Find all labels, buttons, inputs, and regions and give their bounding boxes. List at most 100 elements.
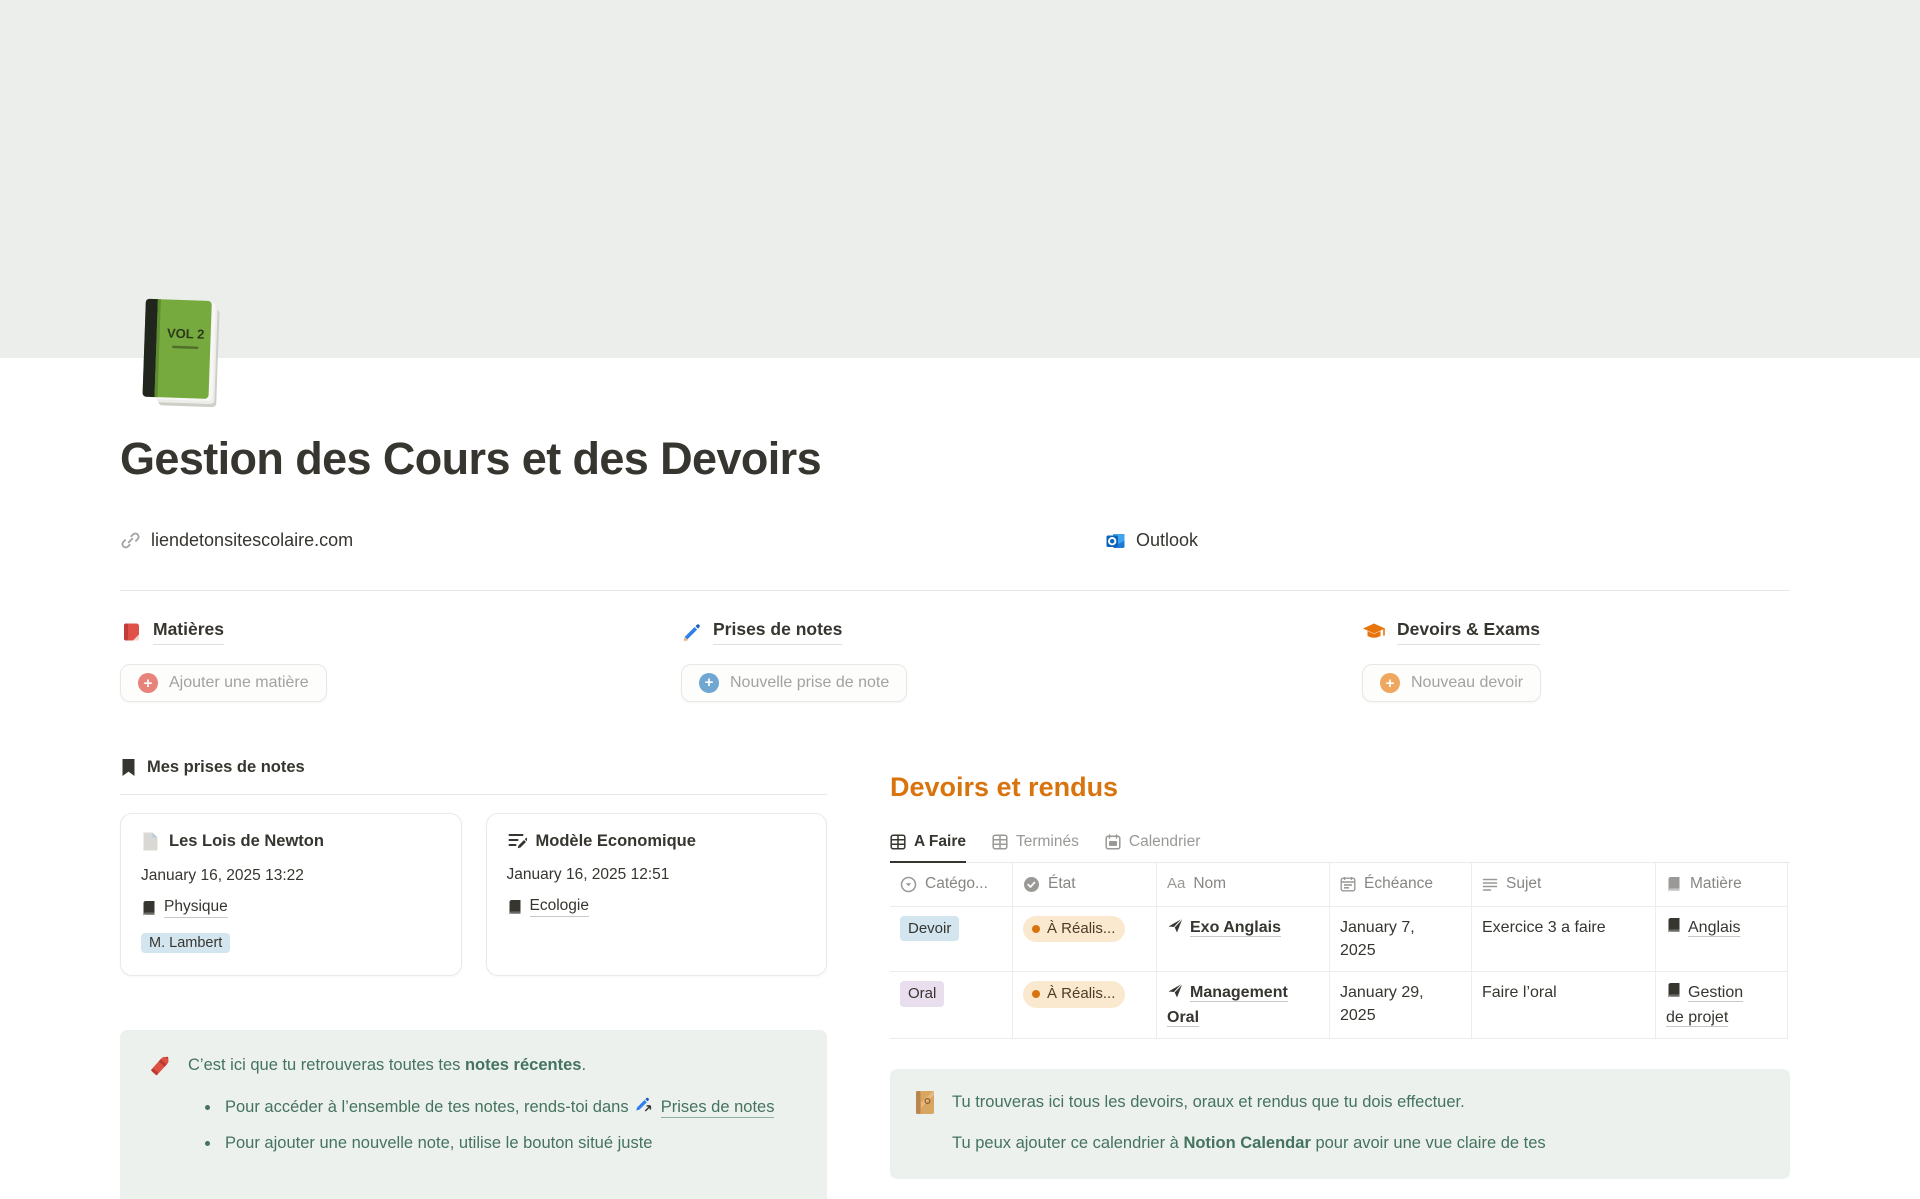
blue-pencil-icon <box>681 622 702 643</box>
column-header-echeance[interactable]: Échéance <box>1330 863 1472 907</box>
main-two-columns: Mes prises de notes Les Lois de Newton J… <box>120 758 1790 1199</box>
cell-category[interactable]: Oral <box>890 972 1013 1039</box>
notes-section-title: Mes prises de notes <box>147 758 305 777</box>
cell-matiere[interactable]: Gestion de projet <box>1656 972 1788 1039</box>
page-icon-green-book[interactable]: VOL 2 <box>132 298 232 410</box>
page-properties: liendetonsitescolaire.com Outlook <box>120 530 1790 560</box>
note-card-subject-link[interactable]: Physique <box>141 898 228 918</box>
page-icon <box>141 831 160 852</box>
tab-a-faire[interactable]: A Faire <box>890 833 966 863</box>
column-header-matiere[interactable]: Matière <box>1656 863 1788 907</box>
notes-callout-list: Pour accéder à l’ensemble de tes notes, … <box>188 1094 774 1156</box>
notes-column: Mes prises de notes Les Lois de Newton J… <box>120 758 827 1199</box>
note-card-subject-link[interactable]: Ecologie <box>507 897 589 917</box>
prises-de-notes-link[interactable]: Prises de notes <box>661 1098 775 1118</box>
homework-heading: Devoirs et rendus <box>890 772 1790 803</box>
homework-callout: Tu trouveras ici tous les devoirs, oraux… <box>890 1069 1790 1179</box>
outlook-icon <box>1106 531 1126 551</box>
book-icon <box>1666 917 1682 941</box>
outlook-label: Outlook <box>1136 530 1198 551</box>
cell-subject-note[interactable]: Exercice 3 a faire <box>1472 907 1656 972</box>
homework-callout-line2: Tu peux ajouter ce calendrier à Notion C… <box>952 1130 1546 1156</box>
add-note-label: Nouvelle prise de note <box>730 674 889 692</box>
book-icon <box>1666 982 1682 1006</box>
page-cover <box>0 0 1920 358</box>
category-tag: Oral <box>900 981 944 1007</box>
table-view-icon <box>992 834 1008 850</box>
cell-subject-note[interactable]: Faire l’oral <box>1472 972 1656 1039</box>
paper-plane-icon <box>1167 917 1184 941</box>
homework-callout-line1: Tu trouveras ici tous les devoirs, oraux… <box>952 1089 1546 1115</box>
cell-name[interactable]: Management Oral <box>1157 972 1330 1039</box>
graduation-cap-icon <box>1362 621 1386 643</box>
link-icon <box>120 530 141 551</box>
book-icon <box>507 899 523 916</box>
category-tag: Devoir <box>900 916 959 942</box>
notes-callout-line1: C’est ici que tu retrouveras toutes tes … <box>188 1052 774 1078</box>
note-card-date: January 16, 2025 13:22 <box>141 867 441 885</box>
notebook-icon <box>912 1089 938 1159</box>
bookmark-icon <box>120 758 137 777</box>
title-property-icon: Aa <box>1167 873 1185 895</box>
cell-status[interactable]: À Réalis... <box>1013 907 1157 972</box>
site-link[interactable]: liendetonsitescolaire.com <box>120 530 353 551</box>
note-card-economique[interactable]: Modèle Economique January 16, 2025 12:51… <box>486 813 828 976</box>
paper-plane-icon <box>1167 982 1184 1006</box>
note-card-newton[interactable]: Les Lois de Newton January 16, 2025 13:2… <box>120 813 462 976</box>
memo-icon <box>507 831 527 851</box>
prises-database-link[interactable]: Prises de notes <box>681 619 842 645</box>
cell-due-date[interactable]: January 29, 2025 <box>1330 972 1472 1039</box>
status-dot <box>1032 925 1040 933</box>
red-book-icon <box>120 621 142 643</box>
calendar-view-icon <box>1105 834 1121 850</box>
add-devoir-label: Nouveau devoir <box>1411 674 1523 692</box>
crayon-icon <box>144 1052 174 1188</box>
column-header-categorie[interactable]: Catégo... <box>890 863 1013 907</box>
tab-label: A Faire <box>914 833 966 851</box>
column-header-sujet[interactable]: Sujet <box>1472 863 1656 907</box>
column-matieres: Matières + Ajouter une matière <box>120 619 681 702</box>
page-title[interactable]: Gestion des Cours et des Devoirs <box>120 358 1790 486</box>
prises-title: Prises de notes <box>713 619 842 645</box>
divider <box>120 590 1790 591</box>
add-matiere-label: Ajouter une matière <box>169 674 309 692</box>
text-property-icon <box>1482 877 1498 892</box>
note-card-title: Les Lois de Newton <box>169 832 324 851</box>
status-dot <box>1032 990 1040 998</box>
view-tabs: A Faire Terminés Calendrier <box>890 833 1790 863</box>
devoirs-title: Devoirs & Exams <box>1397 619 1540 645</box>
notes-divider <box>120 794 827 795</box>
homework-table: Catégo... État Aa Nom <box>890 863 1790 1040</box>
outlook-link[interactable]: Outlook <box>1106 530 1198 551</box>
plus-icon-red: + <box>138 673 158 693</box>
page-content: VOL 2 Gestion des Cours et des Devoirs l… <box>120 358 1790 1199</box>
book-icon <box>141 900 157 917</box>
select-property-icon <box>900 876 917 893</box>
cell-matiere[interactable]: Anglais <box>1656 907 1788 972</box>
note-card-subject: Ecologie <box>530 897 589 917</box>
green-book-icon: VOL 2 <box>132 298 232 410</box>
date-property-icon <box>1340 876 1356 892</box>
notes-section-header[interactable]: Mes prises de notes <box>120 758 305 777</box>
note-card-title: Modèle Economique <box>536 832 696 851</box>
table-view-icon <box>890 834 906 850</box>
book-property-icon <box>1666 876 1682 893</box>
add-note-button[interactable]: + Nouvelle prise de note <box>681 664 907 702</box>
matieres-title: Matières <box>153 619 224 645</box>
cell-category[interactable]: Devoir <box>890 907 1013 972</box>
add-matiere-button[interactable]: + Ajouter une matière <box>120 664 327 702</box>
devoirs-database-link[interactable]: Devoirs & Exams <box>1362 619 1540 645</box>
site-link-label: liendetonsitescolaire.com <box>151 530 353 551</box>
tab-calendrier[interactable]: Calendrier <box>1105 833 1201 862</box>
tab-termines[interactable]: Terminés <box>992 833 1079 862</box>
column-header-nom[interactable]: Aa Nom <box>1157 863 1330 907</box>
column-devoirs: Devoirs & Exams + Nouveau devoir <box>1362 619 1790 702</box>
matieres-database-link[interactable]: Matières <box>120 619 224 645</box>
column-header-etat[interactable]: État <box>1013 863 1157 907</box>
cell-due-date[interactable]: January 7, 2025 <box>1330 907 1472 972</box>
add-devoir-button[interactable]: + Nouveau devoir <box>1362 664 1541 702</box>
cell-name[interactable]: Exo Anglais <box>1157 907 1330 972</box>
note-cards: Les Lois de Newton January 16, 2025 13:2… <box>120 813 827 976</box>
quick-sections: Matières + Ajouter une matière Prises de… <box>120 619 1790 702</box>
cell-status[interactable]: À Réalis... <box>1013 972 1157 1039</box>
